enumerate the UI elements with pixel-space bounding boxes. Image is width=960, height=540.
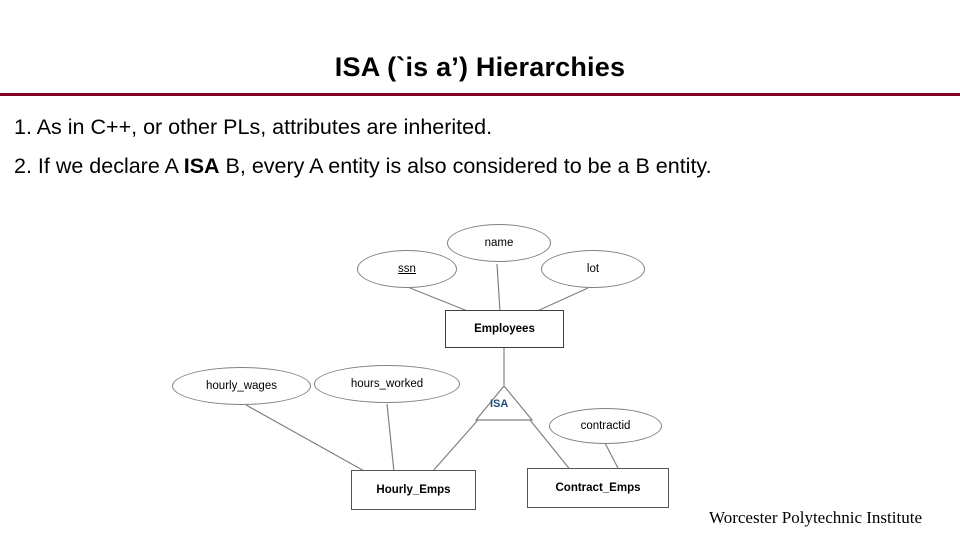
er-diagram: ssn name lot hourly_wages hours_worked c… — [0, 200, 960, 530]
entity-employees-label: Employees — [474, 323, 535, 335]
bullet-2-bold: ISA — [183, 154, 220, 178]
title-divider — [0, 93, 960, 96]
bullet-list: 1. As in C++, or other PLs, attributes a… — [14, 113, 949, 191]
relationship-isa-label: ISA — [490, 398, 509, 410]
page-title: ISA (`is a’) Hierarchies — [334, 52, 626, 82]
attribute-contractid[interactable]: contractid — [549, 408, 662, 444]
bullet-2-after: B, every A entity is also considered to … — [219, 154, 712, 178]
attribute-hours-worked[interactable]: hours_worked — [314, 365, 460, 403]
entity-hourly-emps-label: Hourly_Emps — [376, 484, 451, 496]
attribute-ssn-label: ssn — [398, 263, 416, 275]
entity-hourly-emps[interactable]: Hourly_Emps — [351, 470, 476, 510]
attribute-hours-worked-label: hours_worked — [350, 378, 424, 390]
footer-institution: Worcester Polytechnic Institute — [709, 508, 922, 527]
attribute-hourly-wages-label: hourly_wages — [206, 380, 277, 392]
entity-contract-emps[interactable]: Contract_Emps — [527, 468, 669, 508]
attribute-ssn[interactable]: ssn — [357, 250, 457, 288]
attribute-contractid-label: contractid — [580, 420, 631, 432]
bullet-2-before: 2. If we declare A — [14, 154, 184, 178]
attribute-name[interactable]: name — [447, 224, 551, 262]
attribute-hourly-wages[interactable]: hourly_wages — [172, 367, 311, 405]
bullet-item-1: 1. As in C++, or other PLs, attributes a… — [14, 115, 493, 139]
attribute-lot[interactable]: lot — [541, 250, 645, 288]
slide: ISA (`is a’) Hierarchies 1. As in C++, o… — [0, 0, 960, 540]
attribute-lot-label: lot — [586, 263, 600, 275]
bullet-item-2: 2. If we declare A ISA B, every A entity… — [14, 152, 949, 181]
attribute-name-label: name — [484, 237, 514, 249]
entity-employees[interactable]: Employees — [445, 310, 564, 348]
entity-contract-emps-label: Contract_Emps — [555, 482, 641, 494]
